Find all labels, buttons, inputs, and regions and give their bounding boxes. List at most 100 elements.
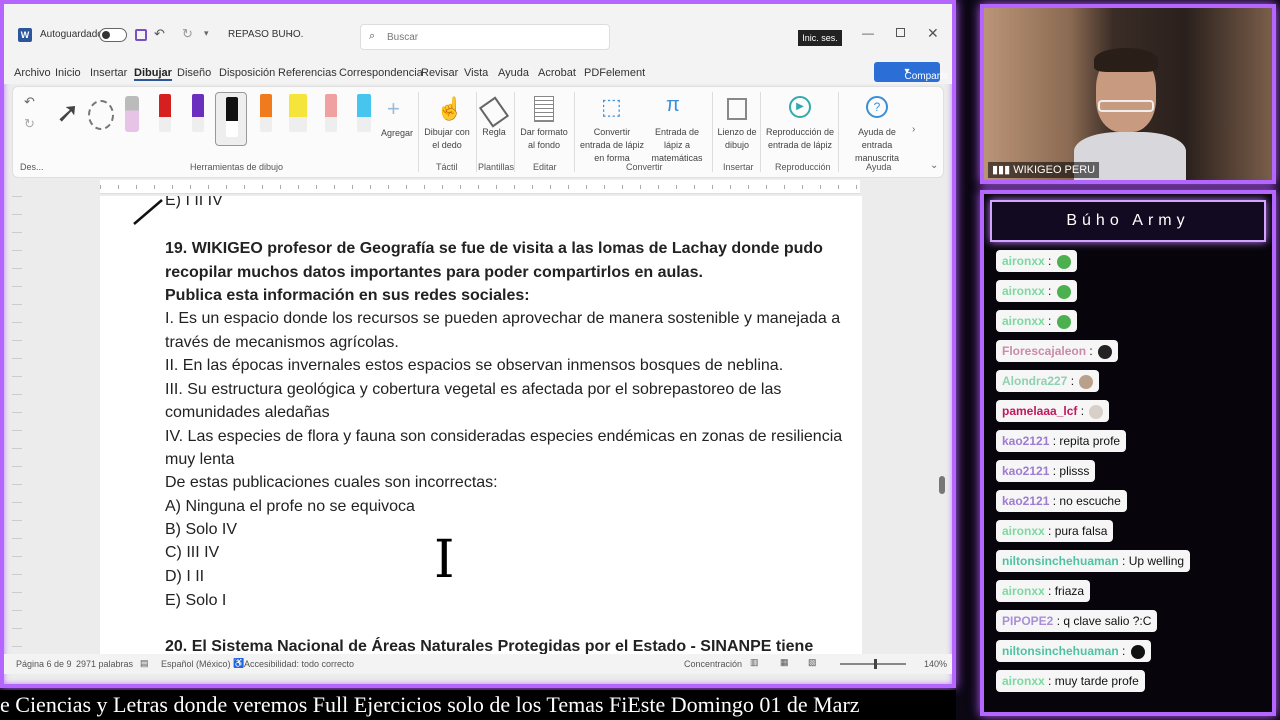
drawing-canvas-label[interactable]: Lienzo de dibujo bbox=[716, 126, 758, 152]
web-layout-icon[interactable]: ▧ bbox=[808, 657, 817, 668]
chat-message: pamelaaa_lcf : bbox=[996, 400, 1110, 422]
drawing-canvas-icon[interactable] bbox=[727, 98, 747, 120]
print-layout-icon[interactable]: ▦ bbox=[780, 657, 789, 668]
proofing-icon[interactable]: ▤ bbox=[140, 658, 149, 669]
pen-red-icon[interactable] bbox=[159, 94, 171, 132]
chat-text: Up welling bbox=[1128, 554, 1185, 568]
tab-vista[interactable]: Vista bbox=[464, 67, 488, 79]
chat-username[interactable]: Florescajaleon bbox=[1002, 344, 1086, 358]
page-count[interactable]: Página 6 de 9 bbox=[16, 659, 72, 669]
chat-username[interactable]: aironxx bbox=[1002, 284, 1045, 298]
restore-icon[interactable] bbox=[896, 28, 905, 37]
chat-message: PIPOPE2 : q clave salio ?:C bbox=[996, 610, 1158, 632]
chat-username[interactable]: aironxx bbox=[1002, 314, 1045, 328]
zoom-level[interactable]: 140% bbox=[924, 659, 947, 669]
ribbon-more-icon[interactable]: › bbox=[912, 124, 915, 135]
chat-username[interactable]: aironxx bbox=[1002, 254, 1045, 268]
ink-to-shape-label[interactable]: Convertir entrada de lápiz en forma bbox=[578, 126, 646, 165]
customize-icon[interactable]: ▾ bbox=[204, 28, 209, 39]
eraser-icon[interactable] bbox=[125, 96, 139, 132]
vertical-scrollbar[interactable] bbox=[938, 200, 946, 650]
chat-username[interactable]: kao2121 bbox=[1002, 494, 1049, 508]
undo-icon[interactable]: ↶ bbox=[154, 26, 165, 42]
tab-acrobat[interactable]: Acrobat bbox=[538, 67, 576, 79]
pen-black-selected-icon[interactable] bbox=[215, 92, 247, 146]
ribbon-collapse-icon[interactable]: ⌄ bbox=[930, 160, 938, 171]
ink-help-label[interactable]: Ayuda de entrada manuscrita bbox=[842, 126, 912, 165]
chat-separator: : bbox=[1086, 344, 1097, 358]
search-box[interactable]: ⌕ Buscar bbox=[360, 24, 610, 50]
chat-username[interactable]: niltonsinchehuaman bbox=[1002, 644, 1119, 658]
ribbon-redo-icon[interactable]: ↻ bbox=[24, 116, 35, 132]
add-pen-label[interactable]: Agregar bbox=[378, 127, 416, 140]
tab-diseno[interactable]: Diseño bbox=[177, 67, 211, 79]
signin-button[interactable]: Inic. ses. bbox=[798, 30, 842, 46]
chat-message: niltonsinchehuaman : Up welling bbox=[996, 550, 1191, 572]
share-button[interactable]: Compartir ▾ bbox=[874, 62, 948, 82]
ink-help-icon[interactable]: ? bbox=[866, 96, 888, 118]
draw-finger-label[interactable]: Dibujar con el dedo bbox=[420, 126, 474, 152]
chat-username[interactable]: kao2121 bbox=[1002, 464, 1049, 478]
statement-iii-1: III. Su estructura geológica y cobertura… bbox=[165, 381, 782, 398]
doc-title-chevron-icon[interactable]: ⌄ bbox=[287, 28, 295, 39]
focus-mode[interactable]: Concentración bbox=[684, 659, 742, 669]
redo-icon[interactable]: ↻ bbox=[182, 26, 193, 42]
doc-prev-line: E) I II IV bbox=[165, 196, 223, 209]
zoom-slider[interactable] bbox=[840, 659, 906, 669]
highlighter-yellow-icon[interactable] bbox=[289, 94, 307, 132]
language[interactable]: Español (México) bbox=[161, 659, 231, 669]
ruler-label[interactable]: Regla bbox=[480, 126, 508, 139]
tab-archivo[interactable]: Archivo bbox=[14, 67, 51, 79]
minimize-icon[interactable]: — bbox=[862, 26, 874, 40]
chat-separator: : bbox=[1049, 494, 1060, 508]
tab-revisar[interactable]: Revisar bbox=[421, 67, 458, 79]
chat-username[interactable]: aironxx bbox=[1002, 584, 1045, 598]
tab-pdfelement[interactable]: PDFelement bbox=[584, 67, 645, 79]
read-mode-icon[interactable]: ▥ bbox=[750, 657, 759, 668]
ink-replay-label[interactable]: Reproducción de entrada de lápiz bbox=[764, 126, 836, 152]
tab-dibujar[interactable]: Dibujar bbox=[134, 67, 172, 81]
pen-orange-icon[interactable] bbox=[260, 94, 272, 132]
chat-username[interactable]: PIPOPE2 bbox=[1002, 614, 1053, 628]
tab-ayuda[interactable]: Ayuda bbox=[498, 67, 529, 79]
ink-to-math-icon[interactable]: π bbox=[666, 94, 680, 117]
emote-icon bbox=[1130, 644, 1145, 659]
q19-line-2: recopilar muchos datos importantes para … bbox=[165, 264, 703, 281]
autosave-toggle[interactable] bbox=[99, 28, 127, 42]
ink-to-shape-icon[interactable]: ⬚ bbox=[601, 94, 622, 120]
presenter-hair bbox=[1094, 48, 1158, 72]
close-icon[interactable]: ✕ bbox=[927, 25, 939, 42]
format-background-icon[interactable] bbox=[534, 96, 554, 122]
group-convert-label: Convertir bbox=[626, 162, 663, 172]
save-icon[interactable] bbox=[135, 29, 147, 41]
option-c: C) III IV bbox=[165, 544, 220, 561]
document-page[interactable]: E) I II IV 19. WIKIGEO profesor de Geogr… bbox=[100, 196, 862, 656]
ink-replay-icon[interactable]: ▶ bbox=[789, 96, 811, 118]
chat-username[interactable]: Alondra227 bbox=[1002, 374, 1067, 388]
highlighter-blue-icon[interactable] bbox=[357, 94, 371, 132]
tab-referencias[interactable]: Referencias bbox=[278, 67, 337, 79]
ink-to-math-label[interactable]: Entrada de lápiz a matemáticas bbox=[646, 126, 708, 165]
word-count[interactable]: 2971 palabras bbox=[76, 659, 133, 669]
add-pen-icon[interactable]: + bbox=[387, 96, 400, 122]
format-background-label[interactable]: Dar formato al fondo bbox=[518, 126, 570, 152]
lasso-select-icon[interactable] bbox=[88, 100, 114, 130]
select-pointer-icon[interactable]: ➚ bbox=[56, 96, 79, 129]
tab-disposicion[interactable]: Disposición bbox=[219, 67, 275, 79]
tab-insertar[interactable]: Insertar bbox=[90, 67, 127, 79]
chat-username[interactable]: niltonsinchehuaman bbox=[1002, 554, 1119, 568]
chat-username[interactable]: kao2121 bbox=[1002, 434, 1049, 448]
chat-username[interactable]: aironxx bbox=[1002, 674, 1045, 688]
pen-pink-icon[interactable] bbox=[325, 94, 337, 132]
draw-finger-icon[interactable]: ☝ bbox=[436, 96, 463, 122]
chat-separator: : bbox=[1049, 434, 1060, 448]
ribbon-undo-icon[interactable]: ↶ bbox=[24, 94, 35, 110]
pen-purple-icon[interactable] bbox=[192, 94, 204, 132]
chat-username[interactable]: pamelaaa_lcf bbox=[1002, 404, 1077, 418]
chat-username[interactable]: aironxx bbox=[1002, 524, 1045, 538]
tab-inicio[interactable]: Inicio bbox=[55, 67, 81, 79]
tab-correspondencia[interactable]: Correspondencia bbox=[339, 67, 423, 79]
group-replay-label: Reproducción bbox=[775, 162, 831, 172]
statement-iii-2: comunidades aledañas bbox=[165, 404, 330, 421]
accessibility-status[interactable]: Accesibilidad: todo correcto bbox=[244, 659, 354, 669]
